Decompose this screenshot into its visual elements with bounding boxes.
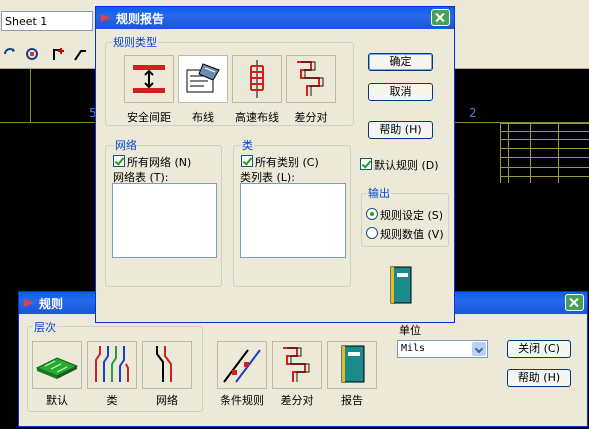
- rule-report-dialog: 规则报告 规则类型 安全间距 布线 高速布线 差分对 确定 取消 帮助 (H) …: [95, 6, 455, 323]
- class-label: 类: [106, 394, 118, 407]
- report-button[interactable]: [327, 341, 377, 389]
- close-icon[interactable]: [565, 294, 584, 311]
- output-group-label: 输出: [367, 185, 391, 201]
- rule-type-diff-pair[interactable]: [286, 55, 336, 103]
- rules-title: 规则: [39, 297, 64, 311]
- hierarchy-group-label: 层次: [33, 319, 57, 335]
- net-list[interactable]: [112, 183, 217, 258]
- default-label: 默认: [46, 394, 68, 407]
- report-book-icon: [390, 266, 412, 304]
- report-icon: [341, 345, 365, 383]
- app-icon: [24, 299, 34, 307]
- report-title: 规则报告: [116, 12, 165, 26]
- unit-value: Mils: [401, 343, 426, 354]
- diff-pair-rules-button[interactable]: [272, 341, 322, 389]
- sheet-selector[interactable]: Sheet 1: [1, 11, 93, 31]
- rotate-icon[interactable]: [24, 46, 40, 62]
- output-settings-label: 规则设定 (S): [380, 209, 444, 222]
- add-part-icon[interactable]: [50, 46, 66, 62]
- net-rules-button[interactable]: [142, 341, 192, 389]
- close-button[interactable]: 关闭 (C): [507, 340, 571, 358]
- net-label: 网络: [156, 394, 178, 407]
- class-rules-button[interactable]: [87, 341, 137, 389]
- all-nets-label: 所有网络 (N): [127, 156, 192, 169]
- conditional-rules-button[interactable]: [217, 341, 267, 389]
- default-rules-button[interactable]: [32, 341, 82, 389]
- diff-pair-icon: [283, 347, 310, 382]
- output-settings-radio[interactable]: [366, 208, 378, 220]
- output-values-radio[interactable]: [366, 227, 378, 239]
- ruler-number: 2: [469, 106, 477, 120]
- all-classes-label: 所有类别 (C): [255, 156, 319, 169]
- all-nets-checkbox[interactable]: [113, 155, 125, 167]
- rule-type-high-speed[interactable]: [232, 55, 282, 103]
- report-label: 报告: [341, 394, 363, 407]
- routing-label: 布线: [192, 111, 214, 124]
- net-trace-icon: [156, 346, 172, 382]
- ok-button[interactable]: 确定: [368, 53, 433, 71]
- route-icon[interactable]: [72, 46, 88, 62]
- class-list[interactable]: [240, 183, 346, 258]
- diff-pair-label: 差分对: [280, 394, 314, 407]
- chevron-down-icon[interactable]: [472, 342, 486, 356]
- output-values-label: 规则数值 (V): [380, 228, 444, 241]
- unit-label: 单位: [399, 324, 421, 337]
- help-button[interactable]: 帮助 (H): [507, 369, 571, 387]
- cancel-button[interactable]: 取消: [368, 83, 433, 101]
- conditional-rule-icon: [223, 349, 261, 383]
- class-group-label: 类: [241, 137, 254, 153]
- high-speed-label: 高速布线: [235, 111, 279, 124]
- refresh-icon[interactable]: [2, 46, 18, 62]
- close-icon[interactable]: [431, 9, 450, 26]
- all-classes-checkbox[interactable]: [241, 155, 253, 167]
- clearance-icon: [133, 65, 165, 93]
- diff-pair-label: 差分对: [294, 111, 328, 124]
- default-rules-label: 默认规则 (D): [374, 159, 439, 172]
- report-titlebar[interactable]: 规则报告: [96, 7, 454, 29]
- title-block: [500, 123, 589, 183]
- diff-pair-icon: [297, 61, 324, 96]
- rule-type-clearance[interactable]: [124, 55, 174, 103]
- net-group-label: 网络: [114, 137, 138, 153]
- app-icon: [101, 14, 111, 22]
- rule-type-routing[interactable]: [178, 55, 228, 103]
- unit-select[interactable]: Mils: [397, 340, 488, 358]
- rule-type-group-label: 规则类型: [112, 34, 158, 50]
- board-outline-left: [30, 69, 31, 122]
- default-rules-checkbox[interactable]: [360, 158, 372, 170]
- pcb-board-icon: [35, 357, 79, 379]
- clearance-label: 安全间距: [127, 111, 171, 124]
- routing-icon: [186, 63, 220, 93]
- high-speed-icon: [250, 60, 264, 98]
- class-traces-icon: [95, 346, 129, 382]
- help-button[interactable]: 帮助 (H): [368, 121, 433, 139]
- conditional-rules-label: 条件规则: [220, 394, 264, 407]
